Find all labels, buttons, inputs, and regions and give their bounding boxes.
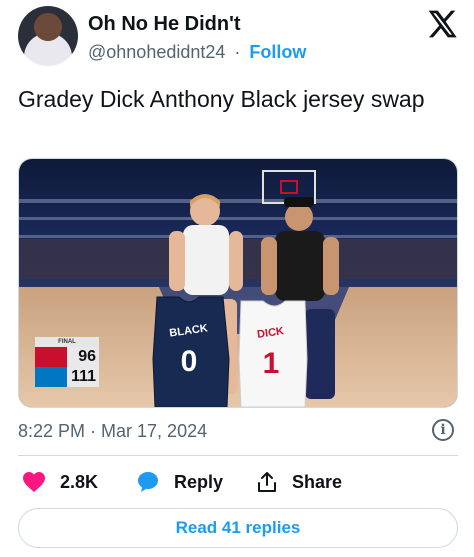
scoreboard: FINAL 96 111 xyxy=(35,337,99,387)
like-button[interactable]: 2.8K xyxy=(22,466,98,498)
reply-button[interactable]: Reply xyxy=(136,466,223,498)
reply-label: Reply xyxy=(174,471,224,492)
follow-button[interactable]: Follow xyxy=(249,42,306,62)
read-replies-button[interactable]: Read 41 replies xyxy=(18,508,458,548)
tweet-photo[interactable]: BLACK 0 DICK 1 FINAL 96 111 xyxy=(18,158,458,408)
like-count: 2.8K xyxy=(60,471,99,492)
tweet-text: Gradey Dick Anthony Black jersey swap xyxy=(18,86,425,112)
left-jersey-number: 0 xyxy=(181,345,198,378)
author-handle-row: @ohnohedidnt24 · Follow xyxy=(88,42,306,63)
author-display-name[interactable]: Oh No He Didn't xyxy=(88,13,241,36)
tweet-header: Oh No He Didn't @ohnohedidnt24 · Follow xyxy=(18,6,458,72)
reply-bubble-icon xyxy=(138,472,158,492)
raptors-logo-icon xyxy=(35,347,67,367)
divider xyxy=(18,455,458,456)
magic-logo-icon xyxy=(35,367,67,387)
score-row-away: 111 xyxy=(35,367,99,387)
author-handle[interactable]: @ohnohedidnt24 xyxy=(88,42,225,62)
separator-dot: · xyxy=(234,42,241,62)
heart-icon xyxy=(23,472,45,492)
right-jersey-number: 1 xyxy=(263,347,280,380)
score-status: FINAL xyxy=(35,337,99,347)
score-row-home: 96 xyxy=(35,347,99,367)
share-label: Share xyxy=(292,471,343,492)
share-icon xyxy=(258,472,276,492)
away-score: 111 xyxy=(67,367,99,387)
x-logo-icon[interactable] xyxy=(426,8,458,40)
home-score: 96 xyxy=(67,347,99,367)
tweet-timestamp[interactable]: 8:22 PM · Mar 17, 2024 xyxy=(18,421,207,442)
share-button[interactable]: Share xyxy=(256,466,342,498)
info-icon[interactable]: i xyxy=(432,419,454,441)
action-bar: 2.8K Reply Share xyxy=(18,466,458,498)
avatar[interactable] xyxy=(18,6,78,66)
